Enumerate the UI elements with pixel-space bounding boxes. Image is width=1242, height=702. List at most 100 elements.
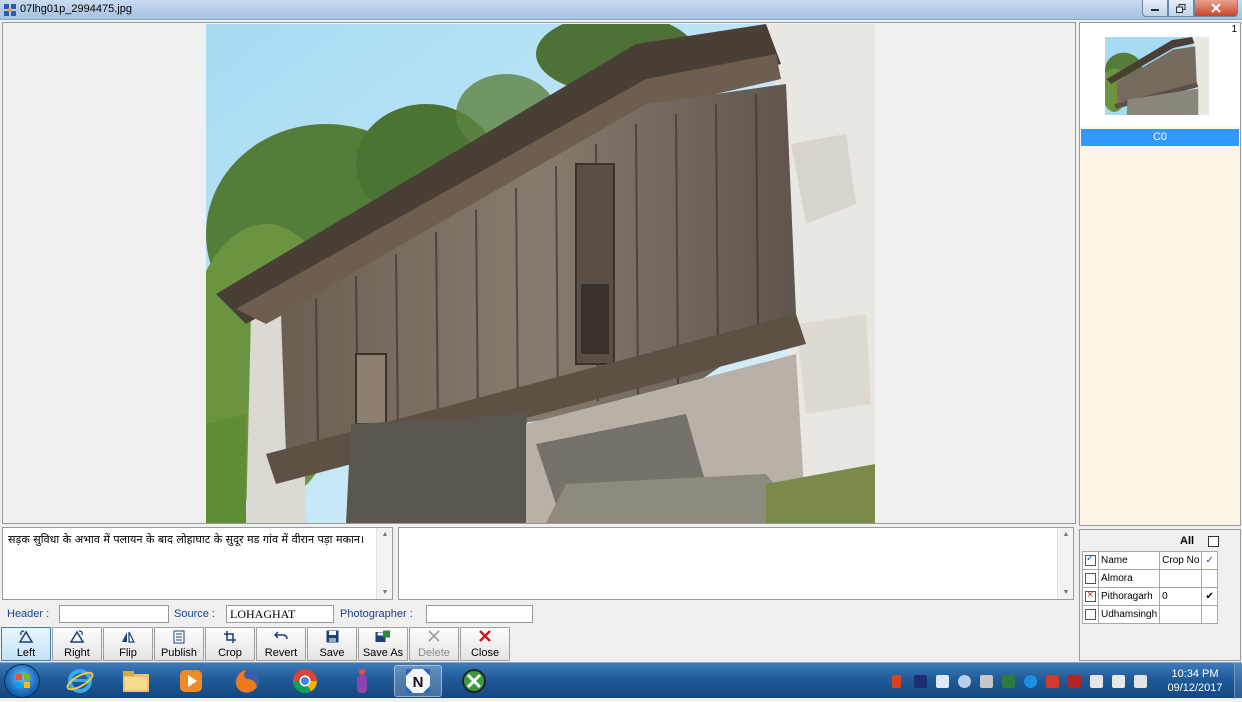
district-table: Name Crop No ✓ Almora Pithoragarh 0 ✔ Ud… — [1082, 551, 1218, 624]
taskbar-media-player[interactable] — [167, 665, 215, 697]
crop-no-cell[interactable]: 0 — [1159, 587, 1203, 606]
clock-time: 10:34 PM — [1171, 668, 1219, 680]
row-checkbox[interactable] — [1085, 608, 1096, 620]
scroll-down-icon[interactable]: ▼ — [1058, 589, 1074, 596]
taskbar-n-app[interactable]: N — [394, 665, 442, 697]
revert-label: Revert — [264, 647, 298, 659]
save-as-button[interactable]: Save As — [358, 627, 408, 661]
source-input[interactable]: LOHAGHAT — [226, 605, 334, 623]
tray-app-icon[interactable] — [914, 675, 927, 688]
rotate-left-icon — [2, 630, 50, 646]
tray-sync-icon[interactable] — [1024, 675, 1037, 688]
tray-keyboard-icon[interactable] — [980, 675, 993, 688]
tray-volume-icon[interactable] — [1112, 675, 1125, 688]
tray-action-center-icon[interactable] — [1134, 675, 1147, 688]
tick-cell: ✔ — [1201, 587, 1218, 606]
title-bar: 07lhg01p_2994475.jpg — [0, 0, 1242, 20]
flip-icon — [104, 630, 152, 646]
thumbnail-count: 1 — [1231, 24, 1237, 35]
taskbar-app-purple[interactable] — [338, 665, 386, 697]
publish-button[interactable]: Publish — [154, 627, 204, 661]
maximize-button[interactable] — [1168, 0, 1194, 17]
crop-no-cell[interactable] — [1159, 569, 1203, 588]
windows-logo-icon — [16, 674, 30, 688]
close-label: Close — [470, 647, 500, 659]
thumbnail-frame[interactable] — [1080, 23, 1240, 127]
crop-no-cell[interactable] — [1159, 605, 1203, 624]
caption-textarea[interactable]: सड़क सुविधा के अभाव में पलायन के बाद लोह… — [2, 527, 393, 600]
rotate-right-button[interactable]: Right — [52, 627, 102, 661]
close-window-button[interactable] — [1194, 0, 1238, 17]
clock-date: 09/12/2017 — [1167, 682, 1223, 694]
scroll-down-icon[interactable]: ▼ — [377, 589, 393, 596]
revert-button[interactable]: Revert — [256, 627, 306, 661]
restore-icon — [1176, 3, 1186, 13]
close-icon — [461, 630, 509, 646]
taskbar-x-app[interactable] — [450, 665, 498, 697]
tray-flag-icon[interactable] — [1046, 675, 1059, 688]
tick-cell — [1201, 605, 1218, 624]
save-label: Save — [319, 647, 345, 659]
floppy-disk-icon — [308, 630, 356, 646]
table-row[interactable]: Udhamsingh — [1082, 605, 1218, 624]
row-check-cell[interactable] — [1082, 587, 1099, 606]
column-header-tick: ✓ — [1201, 551, 1218, 570]
tray-arrow-icon[interactable] — [892, 675, 901, 688]
main-photo — [206, 24, 875, 523]
crop-button[interactable]: Crop — [205, 627, 255, 661]
start-button[interactable] — [4, 664, 40, 698]
taskbar-chrome[interactable] — [281, 665, 329, 697]
select-all-checkbox[interactable] — [1208, 536, 1219, 547]
table-row[interactable]: Almora — [1082, 569, 1218, 588]
thumbnail-label-selected[interactable]: C0 — [1081, 129, 1239, 146]
caption-scrollbar[interactable]: ▲ ▼ — [376, 528, 392, 599]
publish-icon — [155, 630, 203, 646]
scroll-up-icon[interactable]: ▲ — [377, 531, 393, 538]
tray-network-icon[interactable] — [936, 675, 949, 688]
notes-scrollbar[interactable]: ▲ ▼ — [1057, 528, 1073, 599]
row-check-cell[interactable] — [1082, 569, 1099, 588]
n-app-icon: N — [406, 669, 430, 693]
tray-usb-icon[interactable] — [1090, 675, 1103, 688]
notes-textarea[interactable]: ▲ ▼ — [398, 527, 1074, 600]
taskbar-internet-explorer[interactable] — [56, 665, 104, 697]
system-tray — [888, 663, 1158, 699]
row-checkbox[interactable] — [1085, 589, 1096, 602]
flip-button[interactable]: Flip — [103, 627, 153, 661]
thumbnail-image[interactable] — [1105, 37, 1209, 115]
row-check-cell[interactable] — [1082, 605, 1099, 624]
minimize-button[interactable] — [1142, 0, 1168, 17]
header-check-cell[interactable] — [1082, 551, 1099, 570]
row-checkbox[interactable] — [1085, 572, 1096, 584]
rotate-right-label: Right — [64, 647, 90, 659]
tray-shield-icon[interactable] — [1068, 675, 1081, 688]
delete-label: Delete — [418, 647, 450, 659]
header-input[interactable] — [59, 605, 169, 623]
rotate-left-label: Left — [16, 647, 36, 659]
flip-label: Flip — [119, 647, 137, 659]
tray-vb-icon[interactable] — [1002, 675, 1015, 688]
save-button[interactable]: Save — [307, 627, 357, 661]
app-icon — [4, 4, 16, 16]
district-name: Almora — [1097, 569, 1161, 588]
delete-button[interactable]: Delete — [409, 627, 459, 661]
tray-globe-icon[interactable] — [958, 675, 971, 688]
rotate-left-button[interactable]: Left — [1, 627, 51, 661]
close-button[interactable]: Close — [460, 627, 510, 661]
caption-text: सड़क सुविधा के अभाव में पलायन के बाद लोह… — [8, 533, 365, 546]
header-checkbox[interactable] — [1085, 553, 1096, 566]
column-header-crop-no: Crop No — [1159, 551, 1203, 570]
publish-label: Publish — [160, 647, 198, 659]
table-row[interactable]: Pithoragarh 0 ✔ — [1082, 587, 1218, 606]
photographer-input[interactable] — [426, 605, 533, 623]
image-viewer[interactable] — [2, 22, 1076, 524]
save-as-label: Save As — [362, 647, 404, 659]
save-as-icon — [359, 630, 407, 646]
system-clock[interactable]: 10:34 PM 09/12/2017 — [1160, 667, 1230, 695]
district-name: Pithoragarh — [1097, 587, 1161, 606]
show-desktop-button[interactable] — [1234, 663, 1242, 699]
taskbar-firefox[interactable] — [223, 665, 271, 697]
scroll-up-icon[interactable]: ▲ — [1058, 531, 1074, 538]
taskbar-file-explorer[interactable] — [112, 665, 160, 697]
x-app-icon — [462, 669, 486, 693]
